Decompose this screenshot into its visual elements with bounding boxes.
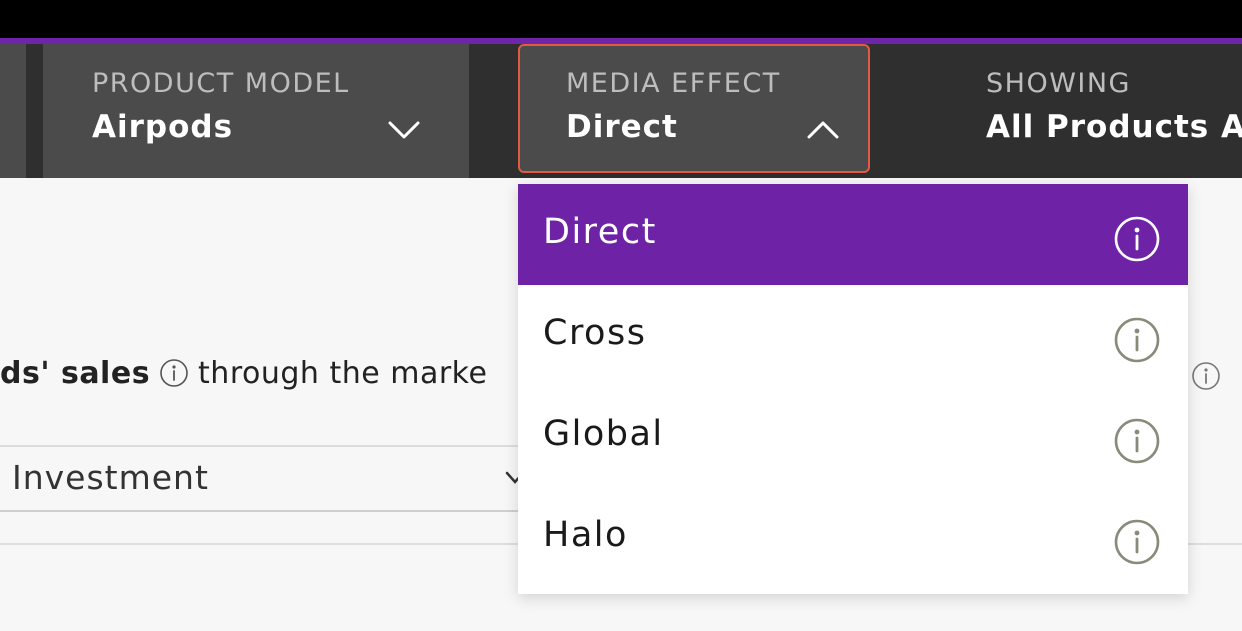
metric-select-bottom-border [0, 510, 560, 512]
media-effect-dropdown: Direct Cross Global Halo [518, 184, 1188, 594]
chevron-down-icon[interactable] [387, 120, 421, 140]
media-effect-filter[interactable]: MEDIA EFFECT Direct [518, 44, 870, 173]
info-icon[interactable] [1113, 417, 1161, 465]
metric-select-value[interactable]: Investment [12, 458, 209, 497]
info-icon[interactable] [1113, 316, 1161, 364]
info-icon[interactable] [1113, 215, 1161, 263]
showing-value: All Products A [986, 109, 1242, 145]
option-label: Global [543, 414, 664, 454]
showing-label: SHOWING [986, 68, 1131, 99]
dropdown-option-halo[interactable]: Halo [518, 487, 1188, 588]
chevron-up-icon[interactable] [806, 120, 840, 140]
info-icon[interactable] [1190, 360, 1222, 392]
sentence-bold-text: ds' sales [0, 356, 151, 391]
dropdown-option-global[interactable]: Global [518, 386, 1188, 487]
media-effect-value: Direct [566, 109, 678, 145]
media-effect-label: MEDIA EFFECT [566, 68, 781, 99]
option-label: Halo [543, 515, 628, 555]
info-icon[interactable] [1113, 518, 1161, 566]
filter-segment-partial[interactable] [0, 44, 26, 178]
option-label: Cross [543, 313, 647, 353]
showing-filter[interactable]: SHOWING All Products A [890, 44, 1242, 178]
dropdown-option-cross[interactable]: Cross [518, 285, 1188, 386]
product-model-value: Airpods [92, 109, 234, 145]
top-black-bar [0, 0, 1242, 40]
sentence-text: through the marke [198, 356, 488, 391]
metric-select-top-border [0, 445, 560, 447]
dropdown-option-direct[interactable]: Direct [518, 184, 1188, 285]
option-label: Direct [543, 212, 657, 252]
info-icon[interactable] [158, 357, 190, 389]
summary-sentence: ds' sales through the marke [0, 356, 487, 391]
product-model-label: PRODUCT MODEL [92, 68, 350, 99]
product-model-filter[interactable]: PRODUCT MODEL Airpods [43, 44, 469, 178]
